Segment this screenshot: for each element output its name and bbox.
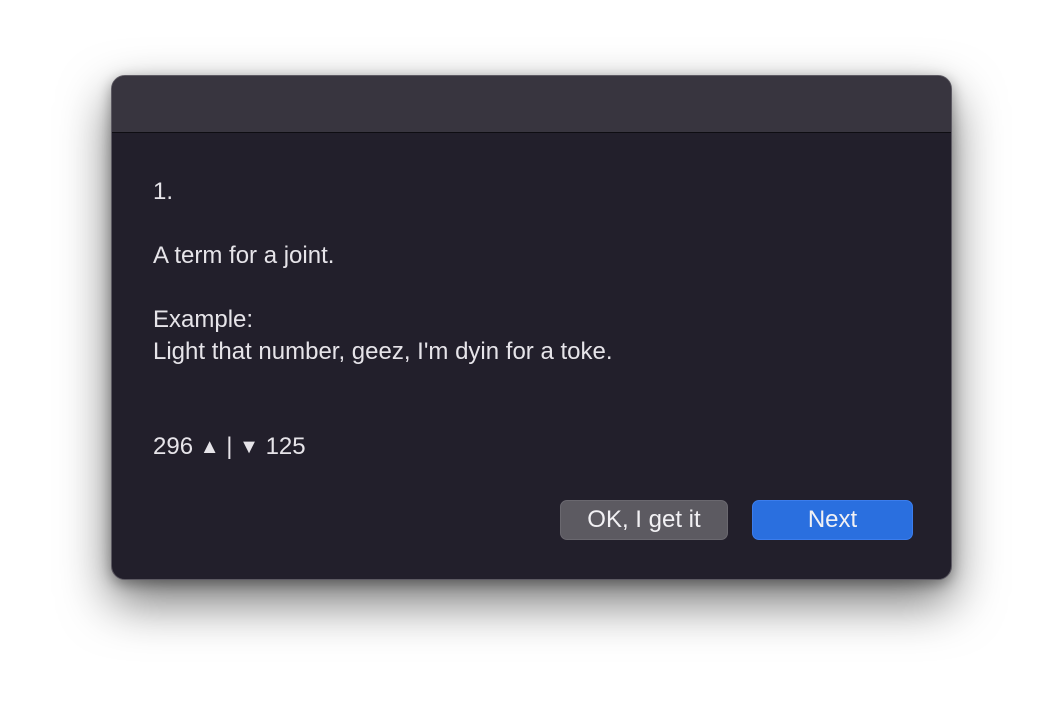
ok-button[interactable]: OK, I get it	[560, 500, 728, 540]
definition-dialog: 1. A term for a joint. Example: Light th…	[111, 75, 952, 580]
dialog-content: 1. A term for a joint. Example: Light th…	[153, 176, 913, 463]
downvote-count: 125	[265, 433, 306, 460]
example-text: Light that number, geez, I'm dyin for a …	[153, 338, 613, 365]
thumbs-up-triangle-icon: ▲	[199, 436, 220, 458]
thumbs-down-triangle-icon: ▼	[239, 436, 259, 458]
definition-number: 1.	[153, 178, 174, 205]
screen: 1. A term for a joint. Example: Light th…	[0, 0, 1064, 728]
vote-counts: 296 ▲ | ▼ 125	[153, 431, 913, 463]
definition-text: A term for a joint.	[153, 242, 335, 269]
vote-separator: |	[226, 433, 233, 460]
example-label: Example:	[153, 306, 254, 333]
dialog-titlebar[interactable]	[112, 76, 951, 133]
next-button[interactable]: Next	[752, 500, 913, 540]
upvote-count: 296	[153, 433, 194, 460]
